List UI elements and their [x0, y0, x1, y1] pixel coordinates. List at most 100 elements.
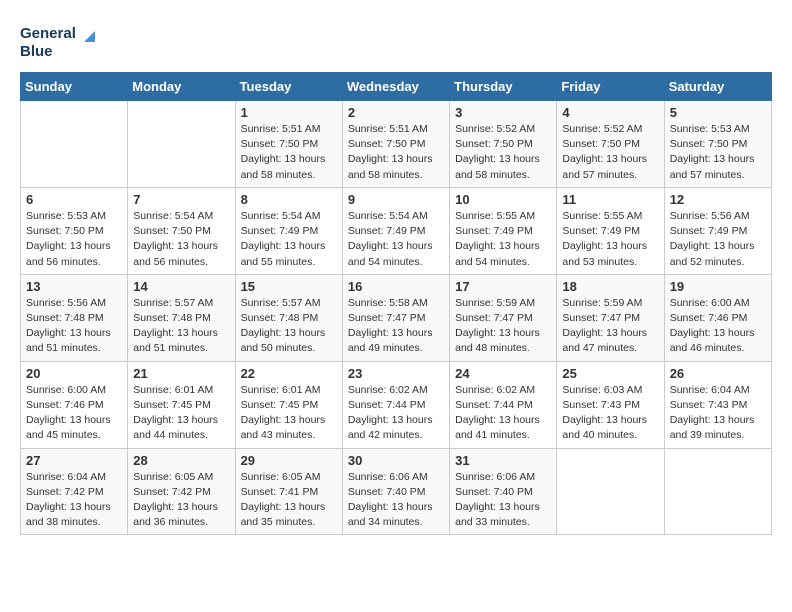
week-row-2: 6 Sunrise: 5:53 AMSunset: 7:50 PMDayligh… [21, 187, 772, 274]
day-info: Sunrise: 5:56 AMSunset: 7:48 PMDaylight:… [26, 296, 122, 357]
day-number: 28 [133, 453, 229, 468]
day-number: 25 [562, 366, 658, 381]
day-number: 3 [455, 105, 551, 120]
day-number: 29 [241, 453, 337, 468]
day-info: Sunrise: 5:59 AMSunset: 7:47 PMDaylight:… [455, 296, 551, 357]
day-info: Sunrise: 6:02 AMSunset: 7:44 PMDaylight:… [455, 383, 551, 444]
day-info: Sunrise: 5:55 AMSunset: 7:49 PMDaylight:… [562, 209, 658, 270]
calendar-cell: 15 Sunrise: 5:57 AMSunset: 7:48 PMDaylig… [235, 274, 342, 361]
weekday-header-sunday: Sunday [21, 73, 128, 101]
day-info: Sunrise: 5:52 AMSunset: 7:50 PMDaylight:… [455, 122, 551, 183]
day-number: 31 [455, 453, 551, 468]
calendar-cell: 5 Sunrise: 5:53 AMSunset: 7:50 PMDayligh… [664, 101, 771, 188]
day-info: Sunrise: 5:58 AMSunset: 7:47 PMDaylight:… [348, 296, 444, 357]
day-number: 2 [348, 105, 444, 120]
day-number: 20 [26, 366, 122, 381]
weekday-header-monday: Monday [128, 73, 235, 101]
day-number: 12 [670, 192, 766, 207]
day-number: 27 [26, 453, 122, 468]
day-info: Sunrise: 5:54 AMSunset: 7:49 PMDaylight:… [241, 209, 337, 270]
day-number: 16 [348, 279, 444, 294]
calendar-cell: 3 Sunrise: 5:52 AMSunset: 7:50 PMDayligh… [450, 101, 557, 188]
day-info: Sunrise: 6:03 AMSunset: 7:43 PMDaylight:… [562, 383, 658, 444]
day-info: Sunrise: 5:56 AMSunset: 7:49 PMDaylight:… [670, 209, 766, 270]
day-number: 18 [562, 279, 658, 294]
day-number: 7 [133, 192, 229, 207]
day-info: Sunrise: 6:04 AMSunset: 7:43 PMDaylight:… [670, 383, 766, 444]
day-info: Sunrise: 6:04 AMSunset: 7:42 PMDaylight:… [26, 470, 122, 531]
calendar-cell: 1 Sunrise: 5:51 AMSunset: 7:50 PMDayligh… [235, 101, 342, 188]
calendar-cell: 4 Sunrise: 5:52 AMSunset: 7:50 PMDayligh… [557, 101, 664, 188]
calendar-cell: 2 Sunrise: 5:51 AMSunset: 7:50 PMDayligh… [342, 101, 449, 188]
day-info: Sunrise: 5:53 AMSunset: 7:50 PMDaylight:… [26, 209, 122, 270]
day-info: Sunrise: 6:01 AMSunset: 7:45 PMDaylight:… [241, 383, 337, 444]
day-info: Sunrise: 5:57 AMSunset: 7:48 PMDaylight:… [241, 296, 337, 357]
week-row-1: 1 Sunrise: 5:51 AMSunset: 7:50 PMDayligh… [21, 101, 772, 188]
day-number: 24 [455, 366, 551, 381]
day-number: 11 [562, 192, 658, 207]
logo: General Blue [20, 20, 100, 62]
day-number: 30 [348, 453, 444, 468]
calendar-cell: 20 Sunrise: 6:00 AMSunset: 7:46 PMDaylig… [21, 361, 128, 448]
calendar-cell: 10 Sunrise: 5:55 AMSunset: 7:49 PMDaylig… [450, 187, 557, 274]
day-number: 1 [241, 105, 337, 120]
day-number: 15 [241, 279, 337, 294]
week-row-3: 13 Sunrise: 5:56 AMSunset: 7:48 PMDaylig… [21, 274, 772, 361]
calendar-cell: 30 Sunrise: 6:06 AMSunset: 7:40 PMDaylig… [342, 448, 449, 535]
day-number: 13 [26, 279, 122, 294]
weekday-header-saturday: Saturday [664, 73, 771, 101]
calendar-cell: 6 Sunrise: 5:53 AMSunset: 7:50 PMDayligh… [21, 187, 128, 274]
calendar-cell: 29 Sunrise: 6:05 AMSunset: 7:41 PMDaylig… [235, 448, 342, 535]
day-info: Sunrise: 5:52 AMSunset: 7:50 PMDaylight:… [562, 122, 658, 183]
weekday-header-row: SundayMondayTuesdayWednesdayThursdayFrid… [21, 73, 772, 101]
day-number: 6 [26, 192, 122, 207]
calendar-cell: 14 Sunrise: 5:57 AMSunset: 7:48 PMDaylig… [128, 274, 235, 361]
calendar-cell: 16 Sunrise: 5:58 AMSunset: 7:47 PMDaylig… [342, 274, 449, 361]
day-info: Sunrise: 6:06 AMSunset: 7:40 PMDaylight:… [455, 470, 551, 531]
week-row-4: 20 Sunrise: 6:00 AMSunset: 7:46 PMDaylig… [21, 361, 772, 448]
calendar-cell: 12 Sunrise: 5:56 AMSunset: 7:49 PMDaylig… [664, 187, 771, 274]
calendar-cell: 18 Sunrise: 5:59 AMSunset: 7:47 PMDaylig… [557, 274, 664, 361]
day-info: Sunrise: 6:01 AMSunset: 7:45 PMDaylight:… [133, 383, 229, 444]
day-number: 14 [133, 279, 229, 294]
day-number: 22 [241, 366, 337, 381]
day-info: Sunrise: 6:00 AMSunset: 7:46 PMDaylight:… [26, 383, 122, 444]
svg-text:Blue: Blue [20, 43, 53, 60]
day-info: Sunrise: 5:51 AMSunset: 7:50 PMDaylight:… [241, 122, 337, 183]
calendar-cell: 11 Sunrise: 5:55 AMSunset: 7:49 PMDaylig… [557, 187, 664, 274]
day-number: 9 [348, 192, 444, 207]
day-info: Sunrise: 6:05 AMSunset: 7:41 PMDaylight:… [241, 470, 337, 531]
day-info: Sunrise: 5:51 AMSunset: 7:50 PMDaylight:… [348, 122, 444, 183]
calendar-cell: 8 Sunrise: 5:54 AMSunset: 7:49 PMDayligh… [235, 187, 342, 274]
day-info: Sunrise: 5:55 AMSunset: 7:49 PMDaylight:… [455, 209, 551, 270]
day-info: Sunrise: 5:59 AMSunset: 7:47 PMDaylight:… [562, 296, 658, 357]
day-number: 4 [562, 105, 658, 120]
svg-text:General: General [20, 25, 76, 42]
calendar-cell [128, 101, 235, 188]
calendar-cell: 26 Sunrise: 6:04 AMSunset: 7:43 PMDaylig… [664, 361, 771, 448]
calendar-cell: 28 Sunrise: 6:05 AMSunset: 7:42 PMDaylig… [128, 448, 235, 535]
calendar-cell: 19 Sunrise: 6:00 AMSunset: 7:46 PMDaylig… [664, 274, 771, 361]
weekday-header-tuesday: Tuesday [235, 73, 342, 101]
day-number: 8 [241, 192, 337, 207]
weekday-header-friday: Friday [557, 73, 664, 101]
day-number: 26 [670, 366, 766, 381]
day-number: 5 [670, 105, 766, 120]
calendar-cell: 24 Sunrise: 6:02 AMSunset: 7:44 PMDaylig… [450, 361, 557, 448]
calendar-cell [557, 448, 664, 535]
calendar-cell [21, 101, 128, 188]
calendar-cell: 7 Sunrise: 5:54 AMSunset: 7:50 PMDayligh… [128, 187, 235, 274]
day-info: Sunrise: 5:57 AMSunset: 7:48 PMDaylight:… [133, 296, 229, 357]
weekday-header-thursday: Thursday [450, 73, 557, 101]
day-info: Sunrise: 5:54 AMSunset: 7:50 PMDaylight:… [133, 209, 229, 270]
weekday-header-wednesday: Wednesday [342, 73, 449, 101]
day-info: Sunrise: 6:02 AMSunset: 7:44 PMDaylight:… [348, 383, 444, 444]
day-info: Sunrise: 5:54 AMSunset: 7:49 PMDaylight:… [348, 209, 444, 270]
page-header: General Blue [20, 20, 772, 62]
calendar-cell: 23 Sunrise: 6:02 AMSunset: 7:44 PMDaylig… [342, 361, 449, 448]
calendar-cell: 25 Sunrise: 6:03 AMSunset: 7:43 PMDaylig… [557, 361, 664, 448]
day-info: Sunrise: 6:05 AMSunset: 7:42 PMDaylight:… [133, 470, 229, 531]
day-info: Sunrise: 6:06 AMSunset: 7:40 PMDaylight:… [348, 470, 444, 531]
day-info: Sunrise: 5:53 AMSunset: 7:50 PMDaylight:… [670, 122, 766, 183]
logo-svg: General Blue [20, 20, 100, 62]
